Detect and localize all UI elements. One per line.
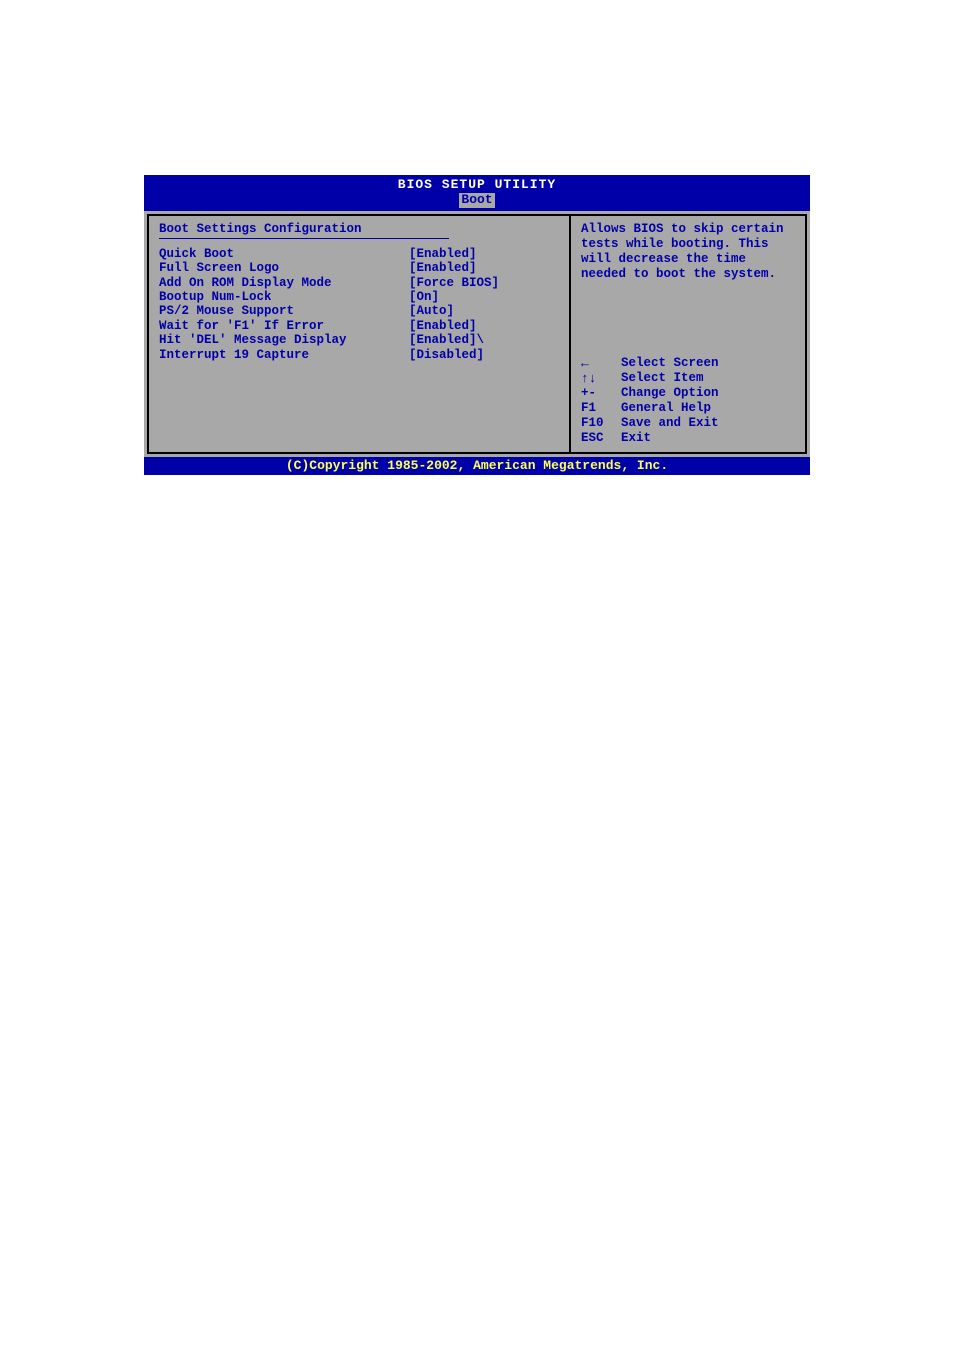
setting-label: Wait for 'F1' If Error (159, 319, 409, 333)
setting-label: Interrupt 19 Capture (159, 348, 409, 362)
setting-value: [Enabled] (409, 247, 477, 261)
bios-window: BIOS SETUP UTILITY Boot Boot Settings Co… (144, 175, 810, 475)
setting-quick-boot[interactable]: Quick Boot [Enabled] (159, 247, 559, 261)
nav-label: Exit (621, 431, 651, 446)
bios-header: BIOS SETUP UTILITY Boot (144, 175, 810, 209)
tab-bar: Boot (144, 193, 810, 207)
f1-key: F1 (581, 401, 621, 416)
settings-panel: Boot Settings Configuration Quick Boot [… (147, 214, 569, 454)
arrow-up-down-icon: ↑↓ (581, 372, 621, 385)
help-panel: Allows BIOS to skip certain tests while … (569, 214, 807, 454)
nav-help: ← Select Screen ↑↓ Select Item +- Change… (581, 356, 797, 446)
setting-interrupt-19-capture[interactable]: Interrupt 19 Capture [Disabled] (159, 348, 559, 362)
setting-label: Full Screen Logo (159, 261, 409, 275)
setting-label: PS/2 Mouse Support (159, 304, 409, 318)
bios-content: Boot Settings Configuration Quick Boot [… (144, 209, 810, 457)
setting-label: Bootup Num-Lock (159, 290, 409, 304)
setting-label: Add On ROM Display Mode (159, 276, 409, 290)
section-title: Boot Settings Configuration (159, 222, 559, 236)
nav-label: Change Option (621, 386, 719, 401)
bios-footer: (C)Copyright 1985-2002, American Megatre… (144, 457, 810, 475)
setting-bootup-numlock[interactable]: Bootup Num-Lock [On] (159, 290, 559, 304)
tab-boot[interactable]: Boot (459, 193, 494, 207)
setting-value: [Enabled] (409, 261, 477, 275)
nav-general-help: F1 General Help (581, 401, 797, 416)
esc-key: ESC (581, 431, 621, 446)
nav-select-item: ↑↓ Select Item (581, 371, 797, 386)
section-title-underline (159, 238, 449, 239)
setting-addon-rom-display-mode[interactable]: Add On ROM Display Mode [Force BIOS] (159, 276, 559, 290)
setting-value: [On] (409, 290, 439, 304)
arrow-left-icon: ← (581, 357, 621, 370)
plus-minus-key: +- (581, 386, 621, 401)
help-text: Allows BIOS to skip certain tests while … (581, 222, 797, 282)
nav-label: General Help (621, 401, 711, 416)
setting-value: [Enabled] (409, 319, 477, 333)
nav-save-and-exit: F10 Save and Exit (581, 416, 797, 431)
setting-value: [Force BIOS] (409, 276, 499, 290)
f10-key: F10 (581, 416, 621, 431)
setting-hit-del-message[interactable]: Hit 'DEL' Message Display [Enabled]\ (159, 333, 559, 347)
setting-label: Hit 'DEL' Message Display (159, 333, 409, 347)
setting-wait-for-f1[interactable]: Wait for 'F1' If Error [Enabled] (159, 319, 559, 333)
setting-full-screen-logo[interactable]: Full Screen Logo [Enabled] (159, 261, 559, 275)
nav-select-screen: ← Select Screen (581, 356, 797, 371)
bios-title: BIOS SETUP UTILITY (144, 178, 810, 192)
nav-label: Save and Exit (621, 416, 719, 431)
nav-exit: ESC Exit (581, 431, 797, 446)
nav-label: Select Item (621, 371, 704, 386)
copyright-text: (C)Copyright 1985-2002, American Megatre… (286, 458, 668, 473)
nav-change-option: +- Change Option (581, 386, 797, 401)
setting-value: [Auto] (409, 304, 454, 318)
nav-label: Select Screen (621, 356, 719, 371)
setting-label: Quick Boot (159, 247, 409, 261)
setting-value: [Disabled] (409, 348, 484, 362)
setting-ps2-mouse-support[interactable]: PS/2 Mouse Support [Auto] (159, 304, 559, 318)
setting-value: [Enabled]\ (409, 333, 484, 347)
